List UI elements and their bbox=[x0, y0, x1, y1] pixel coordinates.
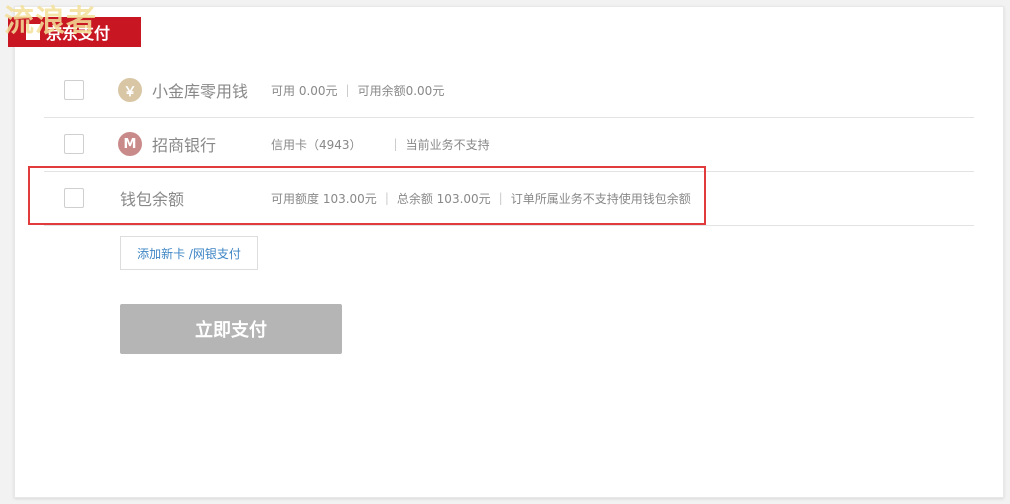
available-balance: 可用余额0.00元 bbox=[357, 83, 445, 98]
section-title: 京东支付 bbox=[46, 24, 111, 43]
card-type: 信用卡（4943） bbox=[271, 137, 362, 152]
method-name: 招商银行 bbox=[152, 136, 217, 155]
method-details: 可用 0.00元 | 可用余额0.00元 bbox=[271, 82, 444, 99]
payment-method-row[interactable]: M 招商银行 信用卡（4943） | 当前业务不支持 bbox=[44, 117, 974, 172]
payment-method-row[interactable]: ￥ 小金库零用钱 可用 0.00元 | 可用余额0.00元 bbox=[44, 63, 974, 118]
method-checkbox[interactable] bbox=[64, 80, 84, 100]
method-details: 信用卡（4943） | 当前业务不支持 bbox=[271, 136, 490, 153]
jd-logo-icon bbox=[26, 24, 40, 40]
available-amount: 可用 0.00元 bbox=[271, 83, 338, 98]
highlight-annotation-box bbox=[28, 166, 706, 225]
section-header-tag: 京东支付 bbox=[8, 17, 141, 47]
separator: | bbox=[393, 137, 398, 151]
unsupported-note: 当前业务不支持 bbox=[405, 137, 490, 152]
method-name: 小金库零用钱 bbox=[152, 82, 249, 101]
add-card-button[interactable]: 添加新卡 /网银支付 bbox=[120, 236, 258, 270]
money-bag-icon: ￥ bbox=[118, 78, 142, 102]
method-checkbox[interactable] bbox=[64, 134, 84, 154]
pay-now-button[interactable]: 立即支付 bbox=[120, 304, 342, 354]
separator: | bbox=[345, 83, 350, 97]
cmb-bank-icon: M bbox=[118, 132, 142, 156]
